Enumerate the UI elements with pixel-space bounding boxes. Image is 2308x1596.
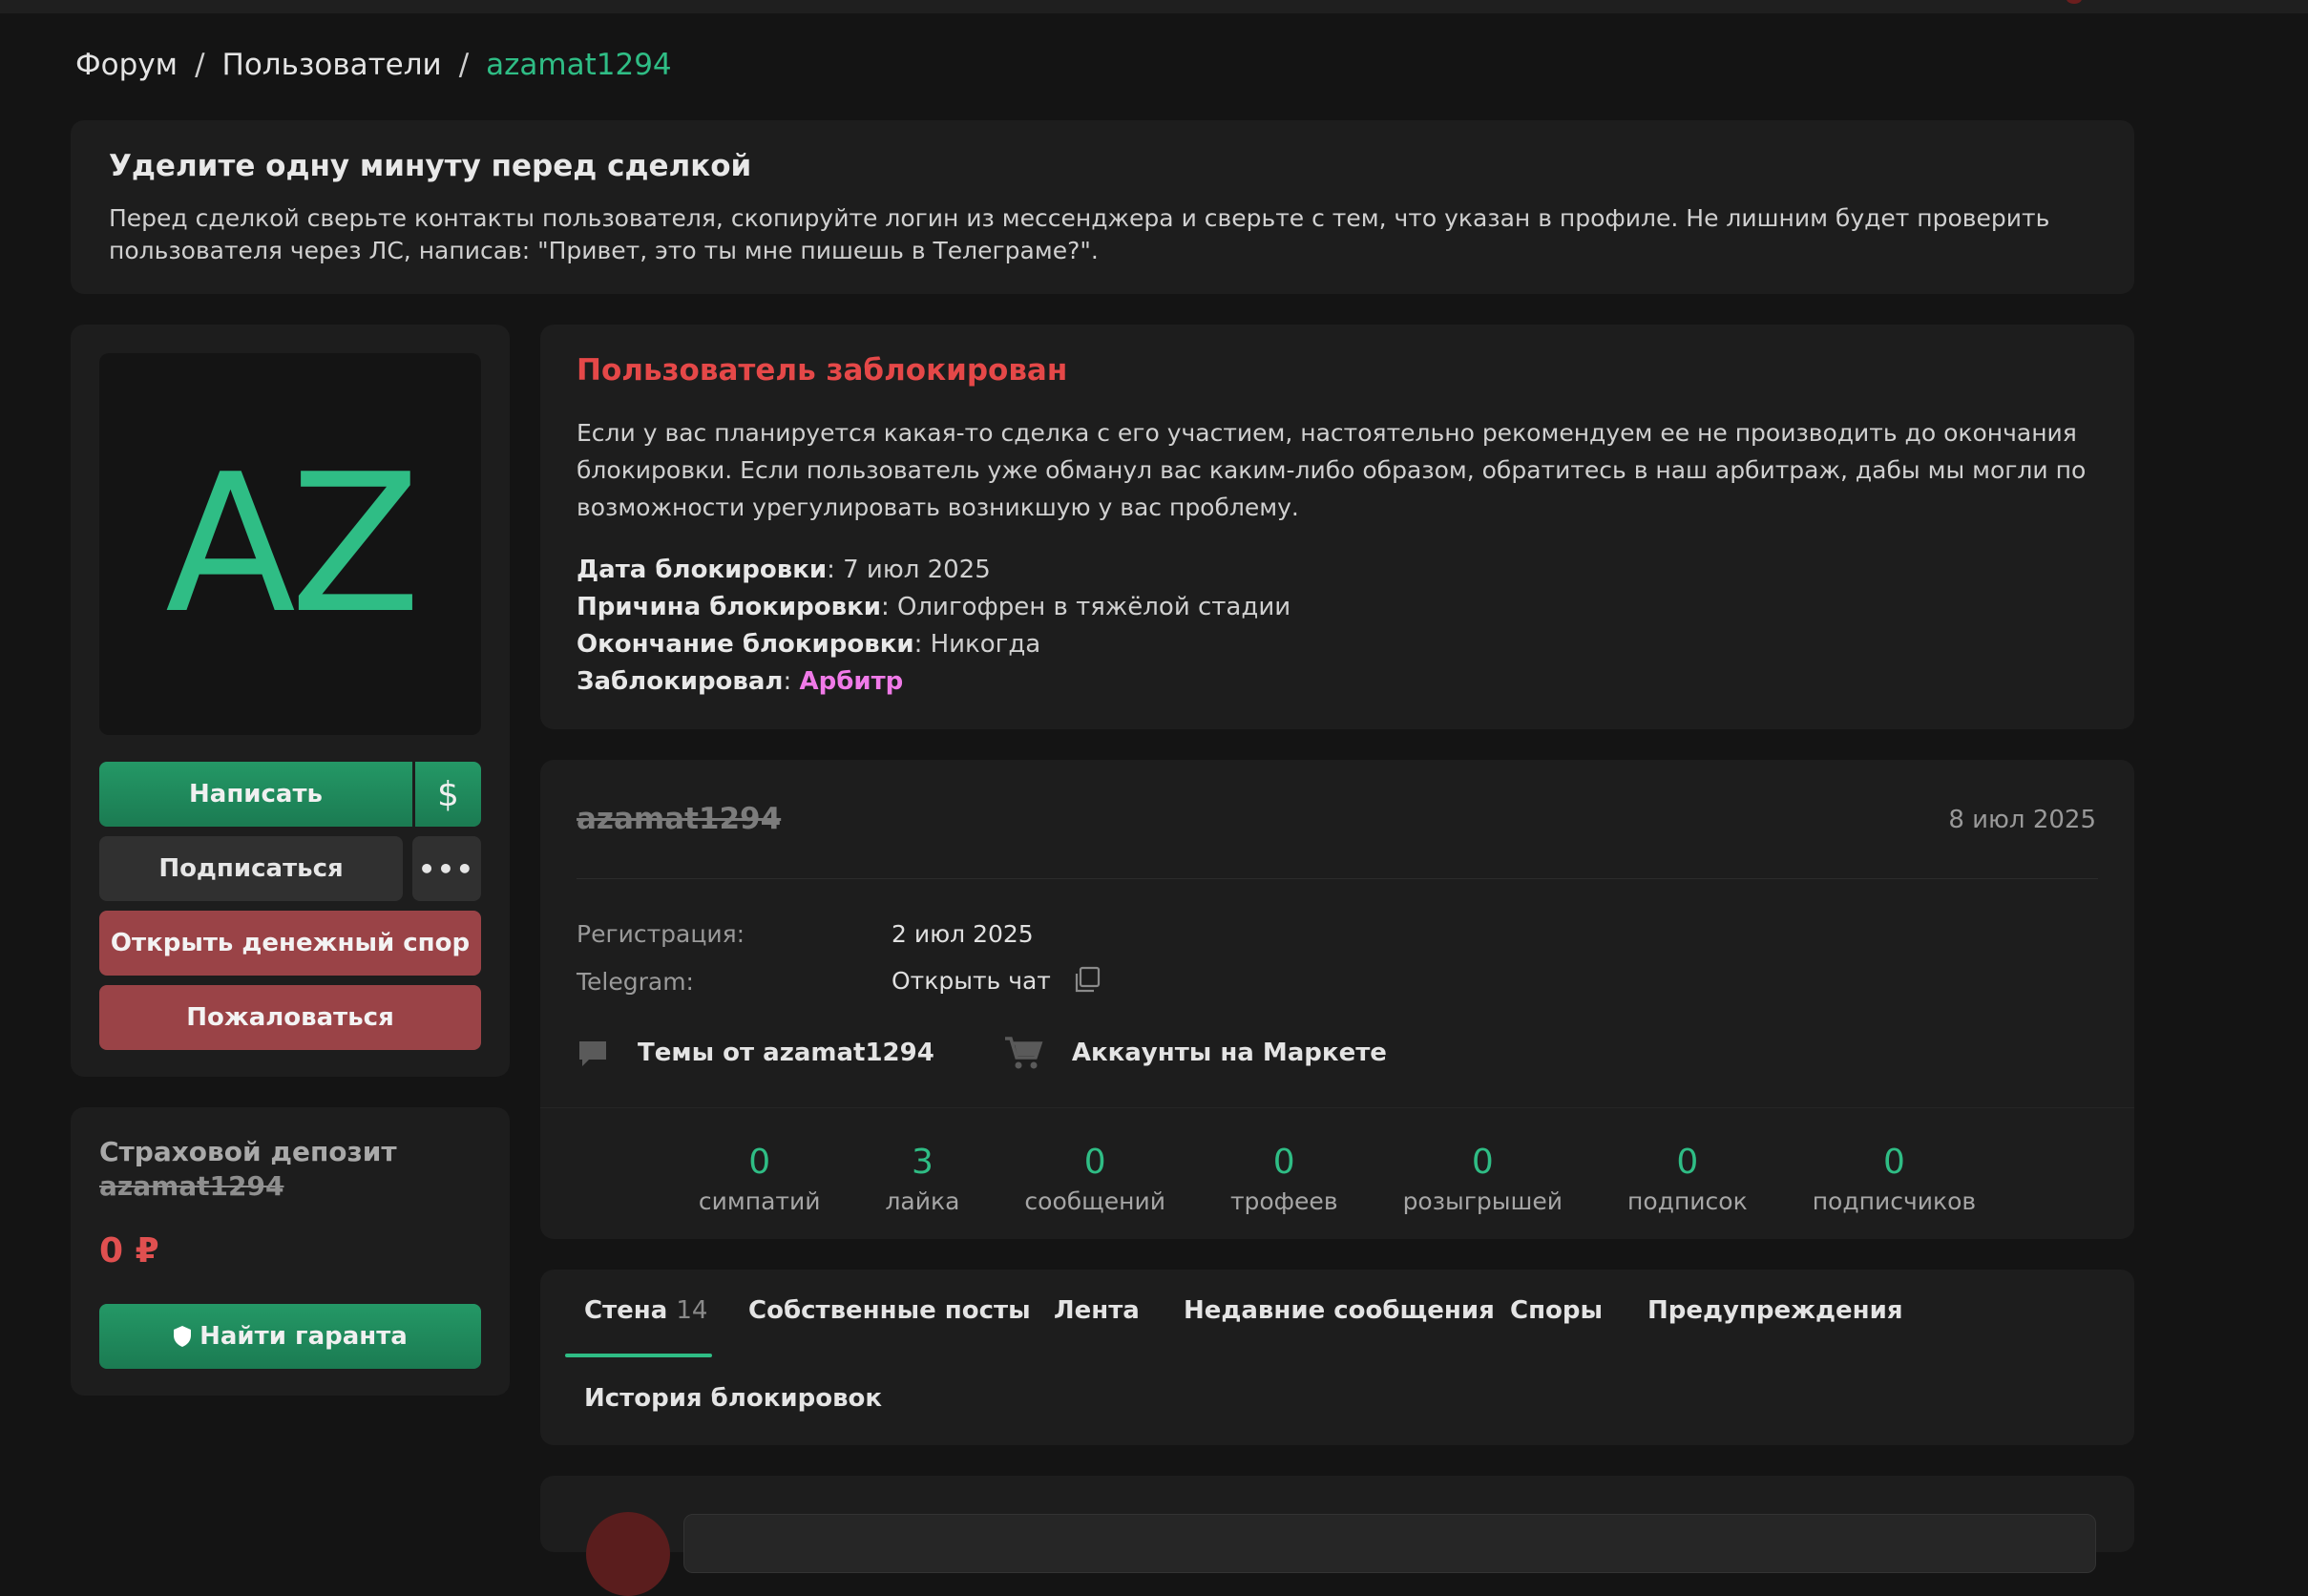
blocked-by-label: Заблокировал xyxy=(577,667,784,696)
registration-date: 2 июл 2025 xyxy=(892,920,1034,948)
cart-icon xyxy=(1004,1037,1043,1069)
block-reason-row: Причина блокировки: Олигофрен в тяжёлой … xyxy=(577,593,1291,621)
avatar xyxy=(586,1512,670,1596)
blocked-text: Если у вас планируется какая-то сделка с… xyxy=(577,419,2087,521)
profile-links: Темы от azamat1294 Аккаунты на Маркете xyxy=(577,1035,1456,1071)
stat-label: розыгрышей xyxy=(1402,1187,1563,1215)
avatar: AZ xyxy=(99,353,481,735)
stat-likes[interactable]: 3 лайка xyxy=(852,1142,992,1215)
breadcrumb-separator: / xyxy=(195,48,205,82)
breadcrumb-users[interactable]: Пользователи xyxy=(222,48,442,82)
blocked-title: Пользователь заблокирован xyxy=(577,353,1068,388)
stat-messages[interactable]: 0 сообщений xyxy=(992,1142,1198,1215)
tab-feed[interactable]: Лента xyxy=(1054,1296,1140,1325)
stat-number: 0 xyxy=(1272,1143,1295,1182)
find-guarantor-label: Найти гаранта xyxy=(199,1322,408,1351)
breadcrumb: Форум / Пользователи / azamat1294 xyxy=(75,48,672,82)
stat-label: трофеев xyxy=(1229,1187,1338,1215)
open-dispute-button[interactable]: Открыть денежный спор xyxy=(99,911,481,976)
subscribe-button[interactable]: Подписаться xyxy=(99,836,403,901)
breadcrumb-current[interactable]: azamat1294 xyxy=(486,48,672,82)
market-link[interactable]: Аккаунты на Маркете xyxy=(1003,1035,1387,1071)
notice-title: Уделите одну минуту перед сделкой xyxy=(109,149,752,183)
stat-number: 0 xyxy=(1882,1143,1905,1182)
find-guarantor-button[interactable]: Найти гаранта xyxy=(99,1304,481,1369)
profile-info: azamat1294 8 июл 2025 Регистрация: 2 июл… xyxy=(540,760,2134,1239)
stat-number: 0 xyxy=(1676,1143,1699,1182)
stat-number: 0 xyxy=(1083,1143,1106,1182)
dollar-icon[interactable]: $ xyxy=(415,762,481,827)
active-tab-indicator xyxy=(565,1354,712,1357)
tab-wall[interactable]: Стена 14 xyxy=(584,1296,707,1325)
topics-link[interactable]: Темы от azamat1294 xyxy=(577,1037,934,1069)
deposit-amount: 0 ₽ xyxy=(99,1231,159,1270)
stat-number: 0 xyxy=(1471,1143,1494,1182)
stat-trophies[interactable]: 0 трофеев xyxy=(1198,1142,1371,1215)
stat-number: 3 xyxy=(911,1143,934,1182)
blocked-panel: Пользователь заблокирован Если у вас пла… xyxy=(540,325,2134,729)
avatar-initials: AZ xyxy=(165,432,421,656)
stat-label: лайка xyxy=(885,1187,960,1215)
open-chat-link[interactable]: Открыть чат xyxy=(892,967,1051,995)
stat-likes-received[interactable]: 0 симпатий xyxy=(666,1142,853,1215)
write-button[interactable]: Написать xyxy=(99,762,412,827)
blocked-by-row: Заблокировал: Арбитр xyxy=(577,667,904,696)
deposit-title: Страховой депозит xyxy=(99,1136,397,1167)
tab-disputes[interactable]: Споры xyxy=(1510,1296,1603,1325)
wall-post-input[interactable] xyxy=(683,1514,2096,1573)
chat-bubble-icon xyxy=(579,1041,606,1066)
stat-following[interactable]: 0 подписок xyxy=(1595,1142,1780,1215)
deposit-username: azamat1294 xyxy=(99,1170,284,1202)
top-bar xyxy=(0,0,2308,13)
block-end-value: Никогда xyxy=(930,630,1041,659)
stats: 0 симпатий 3 лайка 0 сообщений 0 трофеев 0 ро… xyxy=(540,1142,2134,1215)
block-end-label: Окончание блокировки xyxy=(577,630,914,659)
more-options-icon[interactable]: ••• xyxy=(412,836,481,901)
tab-ban-history[interactable]: История блокировок xyxy=(584,1384,882,1413)
block-reason-value: Олигофрен в тяжёлой стадии xyxy=(896,593,1291,621)
telegram-label: Telegram: xyxy=(577,968,694,996)
profile-tabs: Стена 14 Собственные посты Лента Недавни… xyxy=(540,1270,2134,1445)
stat-giveaways[interactable]: 0 розыгрышей xyxy=(1371,1142,1595,1215)
blocked-by-link[interactable]: Арбитр xyxy=(800,667,904,696)
tab-recent-messages[interactable]: Недавние сообщения xyxy=(1184,1296,1495,1325)
registration-value: 2 июл 2025 xyxy=(892,920,1034,948)
profile-date: 8 июл 2025 xyxy=(1948,806,2096,834)
insurance-deposit-card: Страховой депозит azamat1294 0 ₽ Найти г… xyxy=(71,1107,510,1396)
notice-text: Перед сделкой сверьте контакты пользоват… xyxy=(109,204,2050,264)
tab-wall-count: 14 xyxy=(676,1296,708,1325)
topics-link-label: Темы от azamat1294 xyxy=(638,1039,934,1067)
copy-icon[interactable] xyxy=(1072,966,1101,995)
wall-composer xyxy=(540,1476,2134,1596)
tab-own-posts[interactable]: Собственные посты xyxy=(748,1296,1031,1325)
blocked-details: Дата блокировки: 7 июл 2025 Причина блок… xyxy=(577,552,1290,701)
block-reason-label: Причина блокировки xyxy=(577,593,881,621)
telegram-value: Открыть чат xyxy=(892,966,1101,995)
registration-label: Регистрация: xyxy=(577,920,745,948)
block-date-value: 7 июл 2025 xyxy=(843,556,991,584)
block-end-row: Окончание блокировки: Никогда xyxy=(577,630,1041,659)
market-link-label: Аккаунты на Маркете xyxy=(1071,1039,1387,1067)
profile-username: azamat1294 xyxy=(577,802,782,836)
breadcrumb-separator: / xyxy=(458,48,470,82)
block-date-label: Дата блокировки xyxy=(577,556,828,584)
profile-sidebar: AZ Написать $ Подписаться ••• Открыть де… xyxy=(71,325,510,1077)
stat-label: подписок xyxy=(1627,1187,1748,1215)
stat-label: сообщений xyxy=(1024,1187,1165,1215)
stat-label: симпатий xyxy=(698,1187,821,1215)
stat-followers[interactable]: 0 подписчиков xyxy=(1780,1142,2008,1215)
shield-icon xyxy=(174,1326,192,1347)
tab-warnings[interactable]: Предупреждения xyxy=(1647,1296,1903,1325)
report-button[interactable]: Пожаловаться xyxy=(99,985,481,1050)
stat-number: 0 xyxy=(748,1143,771,1182)
tab-wall-label: Стена xyxy=(584,1296,668,1325)
safety-notice: Уделите одну минуту перед сделкой Перед … xyxy=(71,120,2134,294)
breadcrumb-forum[interactable]: Форум xyxy=(75,48,178,82)
notification-dot xyxy=(2067,0,2082,4)
stat-label: подписчиков xyxy=(1812,1187,1977,1215)
block-date-row: Дата блокировки: 7 июл 2025 xyxy=(577,556,991,584)
divider xyxy=(577,878,2098,879)
